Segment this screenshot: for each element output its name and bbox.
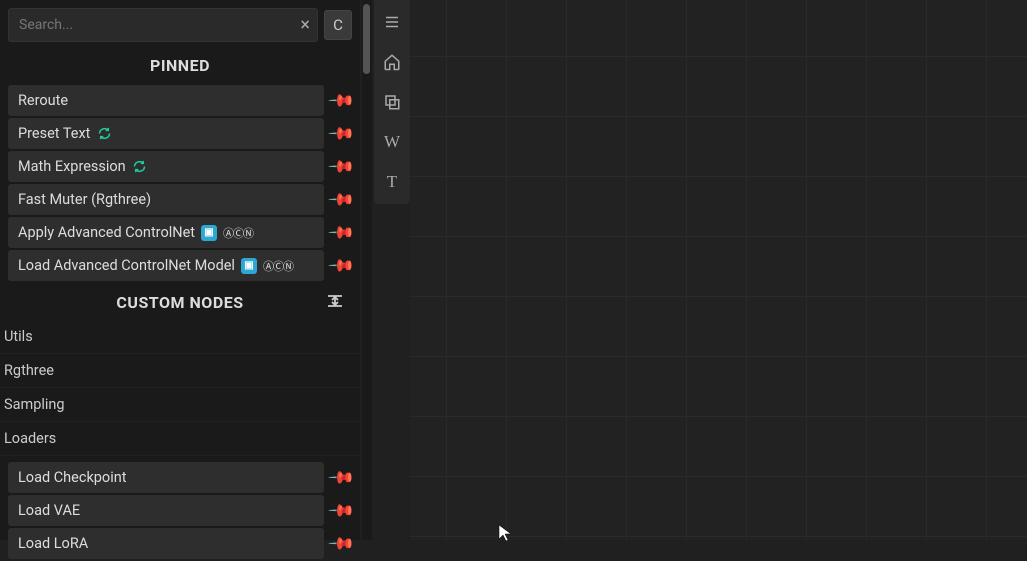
pinned-label-text: Fast Muter (Rgthree) bbox=[18, 191, 151, 208]
pinned-item: Reroute 📌 bbox=[8, 85, 352, 116]
pinned-label-text: Math Expression bbox=[18, 158, 126, 175]
t-button[interactable]: T bbox=[378, 168, 406, 196]
loader-load-checkpoint[interactable]: Load Checkpoint bbox=[8, 462, 324, 493]
pinned-label-text: Load Advanced ControlNet Model bbox=[18, 257, 235, 274]
pinned-label-text: Reroute bbox=[18, 92, 68, 109]
pinned-item: Load Advanced ControlNet Model ▣ ⒶⒸⓃ 📌 bbox=[8, 250, 352, 281]
pin-icon[interactable]: 📌 bbox=[326, 119, 356, 149]
pinned-node-apply-controlnet[interactable]: Apply Advanced ControlNet ▣ ⒶⒸⓃ bbox=[8, 217, 324, 248]
loader-item: Load LoRA 📌 bbox=[8, 528, 352, 559]
acn-badge-icon: ⒶⒸⓃ bbox=[263, 258, 293, 274]
pinned-list: Reroute 📌 Preset Text 📌 Math Expression … bbox=[0, 81, 360, 287]
hamburger-menu-icon[interactable] bbox=[378, 8, 406, 36]
refresh-badge-icon bbox=[96, 126, 112, 142]
pinned-node-preset-text[interactable]: Preset Text bbox=[8, 118, 324, 149]
pin-icon[interactable]: 📌 bbox=[326, 218, 356, 248]
refresh-badge-icon bbox=[132, 159, 148, 175]
canvas-toolbar: W T bbox=[374, 0, 410, 204]
loader-item: Load Checkpoint 📌 bbox=[8, 462, 352, 493]
loader-load-vae[interactable]: Load VAE bbox=[8, 495, 324, 526]
pin-icon[interactable]: 📌 bbox=[326, 86, 356, 116]
pinned-label-text: Apply Advanced ControlNet bbox=[18, 224, 195, 241]
c-button[interactable]: C bbox=[324, 10, 352, 40]
search-row: × C bbox=[0, 0, 360, 50]
sidebar-scrollbar-thumb[interactable] bbox=[363, 4, 370, 74]
node-sidebar: × C PINNED Reroute 📌 Preset Text 📌 Math … bbox=[0, 0, 360, 540]
search-box: × bbox=[8, 8, 318, 42]
node-pack-badge-icon: ▣ bbox=[241, 258, 257, 274]
collapse-icon[interactable] bbox=[326, 293, 344, 312]
node-canvas[interactable] bbox=[410, 0, 1027, 540]
pinned-node-reroute[interactable]: Reroute bbox=[8, 85, 324, 116]
custom-category-loaders[interactable]: Loaders bbox=[0, 422, 360, 456]
pinned-header: PINNED bbox=[0, 50, 360, 81]
pinned-item: Fast Muter (Rgthree) 📌 bbox=[8, 184, 352, 215]
loader-item: Load VAE 📌 bbox=[8, 495, 352, 526]
custom-nodes-list: Utils Rgthree Sampling Loaders bbox=[0, 318, 360, 458]
custom-category-rgthree[interactable]: Rgthree bbox=[0, 354, 360, 388]
custom-nodes-header: CUSTOM NODES bbox=[0, 287, 360, 318]
clear-search-icon[interactable]: × bbox=[300, 15, 310, 36]
pin-icon[interactable]: 📌 bbox=[326, 152, 356, 182]
custom-category-sampling[interactable]: Sampling bbox=[0, 388, 360, 422]
copy-icon[interactable] bbox=[378, 88, 406, 116]
pinned-node-load-controlnet-model[interactable]: Load Advanced ControlNet Model ▣ ⒶⒸⓃ bbox=[8, 250, 324, 281]
acn-badge-icon: ⒶⒸⓃ bbox=[223, 225, 253, 241]
pinned-label-text: Preset Text bbox=[18, 125, 90, 142]
home-icon[interactable] bbox=[378, 48, 406, 76]
pin-ghost-icon[interactable]: 📌 bbox=[326, 496, 356, 526]
custom-category-utils[interactable]: Utils bbox=[0, 320, 360, 354]
loaders-sublist: Load Checkpoint 📌 Load VAE 📌 Load LoRA 📌 bbox=[0, 458, 360, 561]
w-button[interactable]: W bbox=[378, 128, 406, 156]
pinned-node-math-expression[interactable]: Math Expression bbox=[8, 151, 324, 182]
loader-load-lora[interactable]: Load LoRA bbox=[8, 528, 324, 559]
pin-icon[interactable]: 📌 bbox=[326, 251, 356, 281]
search-input[interactable] bbox=[8, 8, 318, 42]
pinned-item: Math Expression 📌 bbox=[8, 151, 352, 182]
sidebar-scrollbar-track[interactable] bbox=[362, 0, 372, 540]
pinned-item: Preset Text 📌 bbox=[8, 118, 352, 149]
pinned-item: Apply Advanced ControlNet ▣ ⒶⒸⓃ 📌 bbox=[8, 217, 352, 248]
pin-icon[interactable]: 📌 bbox=[326, 185, 356, 215]
pin-ghost-icon[interactable]: 📌 bbox=[326, 529, 356, 559]
custom-nodes-title: CUSTOM NODES bbox=[116, 293, 243, 312]
node-pack-badge-icon: ▣ bbox=[201, 225, 217, 241]
pin-ghost-icon[interactable]: 📌 bbox=[326, 463, 356, 493]
pinned-node-fast-muter[interactable]: Fast Muter (Rgthree) bbox=[8, 184, 324, 215]
